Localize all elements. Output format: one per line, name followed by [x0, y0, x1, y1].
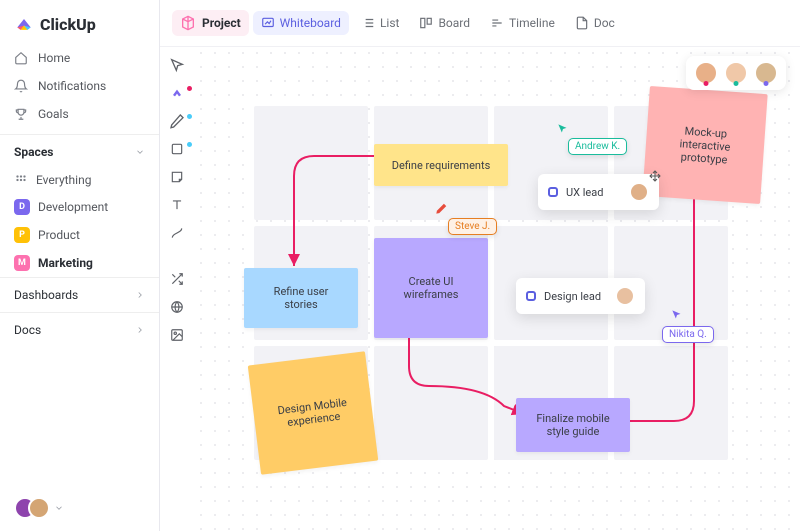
- nav-home[interactable]: Home: [0, 44, 159, 72]
- tool-sticky[interactable]: [168, 168, 186, 186]
- cursor-label-nikita: Nikita Q.: [662, 326, 714, 343]
- project-chip[interactable]: Project: [172, 10, 249, 36]
- presence-bar[interactable]: [686, 56, 786, 90]
- dashboards-section[interactable]: Dashboards: [0, 277, 159, 312]
- space-badge: M: [14, 255, 30, 271]
- presence-avatar: [694, 61, 718, 85]
- whiteboard-canvas[interactable]: Define requirements Refine user stories …: [194, 46, 800, 531]
- avatar: [615, 286, 635, 306]
- home-icon: [14, 51, 28, 65]
- status-box: [548, 187, 558, 197]
- trophy-icon: [14, 107, 28, 121]
- board-icon: [419, 16, 433, 30]
- presence-avatar: [724, 61, 748, 85]
- avatar: [629, 182, 649, 202]
- chevron-down-icon: [135, 147, 145, 157]
- view-whiteboard[interactable]: Whiteboard: [253, 11, 349, 35]
- view-board[interactable]: Board: [411, 11, 478, 35]
- space-everything[interactable]: Everything: [0, 167, 159, 193]
- space-product[interactable]: PProduct: [0, 221, 159, 249]
- chevron-right-icon: [135, 325, 145, 335]
- tool-strip: [160, 46, 194, 344]
- note-mobile-exp[interactable]: Design Mobile experience: [248, 351, 379, 475]
- presence-avatar: [754, 61, 778, 85]
- list-icon: [361, 16, 375, 30]
- note-mockup[interactable]: Mock-up interactive prototype: [642, 86, 767, 204]
- tool-connector[interactable]: [168, 224, 186, 242]
- view-list[interactable]: List: [353, 11, 408, 35]
- cursor-icon: [670, 308, 684, 322]
- cursor-label-andrew: Andrew K.: [568, 138, 627, 155]
- task-ux-lead[interactable]: UX lead: [538, 174, 659, 210]
- tool-clickup[interactable]: [168, 84, 186, 102]
- cursor-label-steve: Steve J.: [448, 218, 497, 235]
- cursor-icon: [556, 122, 570, 136]
- avatar: [28, 497, 50, 519]
- user-switcher[interactable]: [0, 485, 159, 531]
- note-wireframes[interactable]: Create UI wireframes: [374, 238, 488, 338]
- tool-pen[interactable]: [168, 112, 186, 130]
- tool-shape[interactable]: [168, 140, 186, 158]
- tool-text[interactable]: [168, 196, 186, 214]
- nav-goals[interactable]: Goals: [0, 100, 159, 128]
- chevron-right-icon: [135, 290, 145, 300]
- clickup-logo-icon: [14, 14, 34, 34]
- spaces-header[interactable]: Spaces: [0, 134, 159, 167]
- view-timeline[interactable]: Timeline: [482, 11, 563, 35]
- box-icon: [180, 15, 196, 31]
- timeline-icon: [490, 16, 504, 30]
- pencil-icon: [434, 202, 448, 216]
- tool-shuffle[interactable]: [168, 270, 186, 288]
- tool-web[interactable]: [168, 298, 186, 316]
- tool-image[interactable]: [168, 326, 186, 344]
- bell-icon: [14, 79, 28, 93]
- doc-icon: [575, 16, 589, 30]
- main: Project Whiteboard List Board Timeline D…: [160, 0, 800, 531]
- note-finalize[interactable]: Finalize mobile style guide: [516, 398, 630, 452]
- status-box: [526, 291, 536, 301]
- space-marketing[interactable]: MMarketing: [0, 249, 159, 277]
- space-development[interactable]: DDevelopment: [0, 193, 159, 221]
- grid-icon: [14, 173, 28, 187]
- docs-section[interactable]: Docs: [0, 312, 159, 347]
- tool-pointer[interactable]: [168, 56, 186, 74]
- task-design-lead[interactable]: Design lead: [516, 278, 645, 314]
- note-refine[interactable]: Refine user stories: [244, 268, 358, 328]
- move-icon: [649, 170, 661, 182]
- view-doc[interactable]: Doc: [567, 11, 623, 35]
- nav-notifications[interactable]: Notifications: [0, 72, 159, 100]
- space-badge: D: [14, 199, 30, 215]
- note-define[interactable]: Define requirements: [374, 144, 508, 186]
- chevron-down-icon: [54, 503, 64, 513]
- logo: ClickUp: [0, 0, 159, 44]
- brand-text: ClickUp: [40, 15, 96, 34]
- whiteboard-icon: [261, 16, 275, 30]
- sidebar: ClickUp Home Notifications Goals Spaces …: [0, 0, 160, 531]
- topbar: Project Whiteboard List Board Timeline D…: [160, 0, 800, 47]
- space-badge: P: [14, 227, 30, 243]
